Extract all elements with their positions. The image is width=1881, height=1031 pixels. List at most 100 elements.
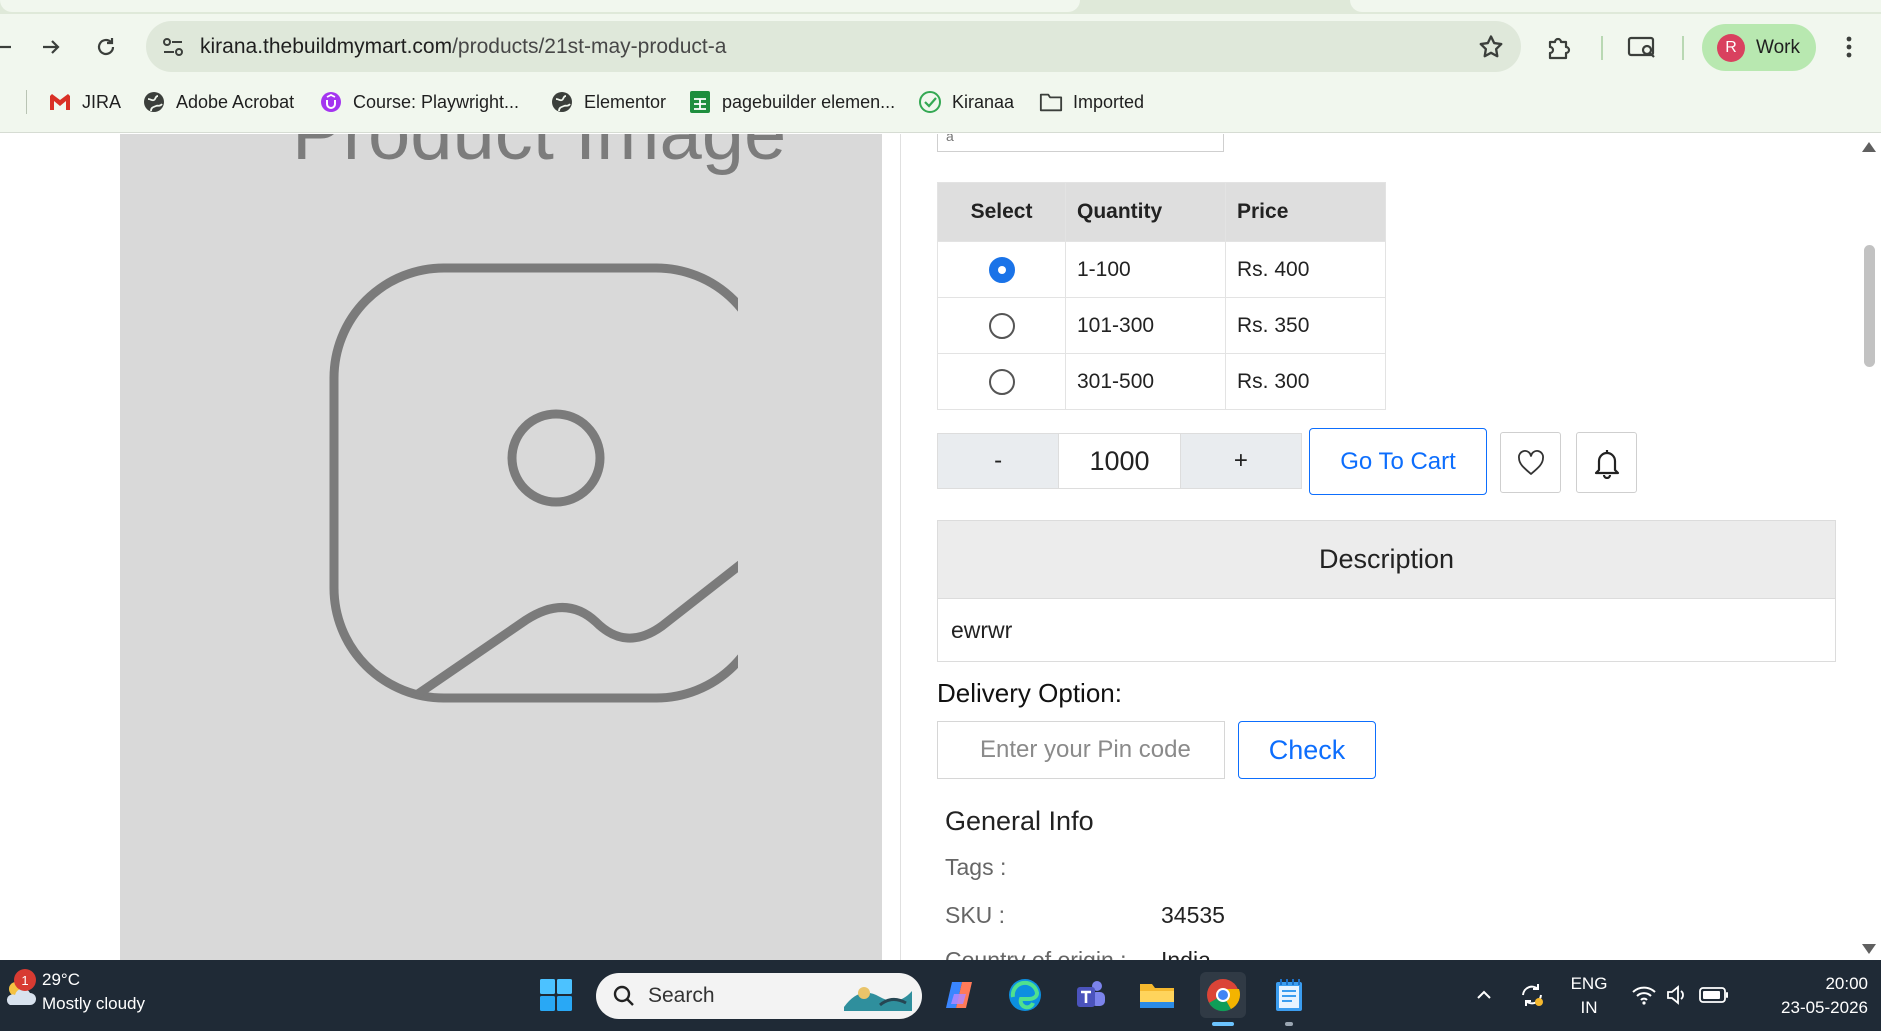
bookmark-course-playwright[interactable]: Course: Playwright... [319,84,519,120]
table-row[interactable]: 301-500 Rs. 300 [937,353,1386,410]
edge-app[interactable] [1002,972,1048,1018]
more-options-icon[interactable] [1836,30,1862,64]
bookmark-label: Kiranaa [952,91,1015,112]
bookmark-adobe-acrobat[interactable]: Adobe Acrobat [142,84,294,120]
active-tab[interactable] [0,0,1080,12]
reload-icon [97,38,115,56]
file-explorer-app[interactable] [1134,972,1180,1018]
quantity-value[interactable]: 1000 [1058,434,1181,488]
scroll-down-arrow-icon[interactable] [1862,944,1876,954]
windows-taskbar: 1 29°C Mostly cloudy Search ENG IN 20:00… [0,960,1881,1031]
bookmark-star-icon[interactable] [1477,33,1505,61]
toolbar-separator [1682,36,1684,60]
weather-text: 29°C Mostly cloudy [42,968,145,1016]
weather-widget[interactable]: 1 29°C Mostly cloudy [0,968,145,1016]
browser-chrome: kirana.thebuildmymart.com/products/21st-… [0,0,1881,133]
extensions-icon[interactable] [1542,30,1576,64]
profile-label: Work [1756,36,1800,58]
start-button[interactable] [533,972,579,1018]
clock-date: 23-05-2026 [1781,998,1868,1017]
back-button[interactable] [0,30,20,64]
teams-app[interactable] [1068,972,1114,1018]
notepad-running-indicator [1285,1022,1293,1026]
variant-field-bottom[interactable]: a [937,134,1224,152]
taskbar-search[interactable]: Search [596,973,922,1019]
input-language-indicator[interactable]: ENG IN [1566,972,1612,1020]
cast-search-icon[interactable] [1624,30,1660,64]
decrease-quantity-button[interactable]: - [938,434,1059,488]
forward-button[interactable] [34,30,68,64]
bookmark-label: Adobe Acrobat [176,91,295,112]
bookmark-label: pagebuilder elemen... [722,91,896,112]
bookmark-jira[interactable]: JIRA [48,84,121,120]
reload-button[interactable] [89,30,123,64]
url-path: /products/21st-may-product-a [452,35,727,58]
clock[interactable]: 20:00 23-05-2026 [1752,972,1868,1020]
product-image: Product Image [120,134,882,960]
select-cell[interactable] [937,353,1066,410]
check-circle-icon [918,90,942,114]
bookmark-imported[interactable]: Imported [1039,84,1144,120]
edge-icon [1009,979,1041,1011]
image-placeholder-icon [329,263,738,703]
toolbar-separator [1601,36,1603,60]
bookmark-label: Elementor [584,91,667,112]
chrome-app[interactable] [1200,972,1246,1018]
bookmark-kiranaa[interactable]: Kiranaa [918,84,1014,120]
country-of-origin-label: Country of origin : [945,947,1127,960]
bookmark-label: Course: Playwright... [353,91,520,112]
bookmark-label: Imported [1073,91,1145,112]
url-text[interactable]: kirana.thebuildmymart.com/products/21st-… [200,35,726,59]
bookmark-pagebuilder[interactable]: pagebuilder elemen... [688,84,895,120]
quantity-cell: 101-300 [1065,297,1226,354]
apps-grid-icon [0,92,4,112]
scroll-up-arrow-icon[interactable] [1862,142,1876,152]
go-to-cart-button[interactable]: Go To Cart [1309,428,1487,495]
avatar: R [1717,33,1745,62]
price-cell: Rs. 350 [1225,297,1386,354]
scrollbar-thumb[interactable] [1864,245,1875,367]
radio-tier-101-300[interactable] [988,312,1015,339]
volume-icon [1667,985,1684,1005]
address-bar[interactable]: kirana.thebuildmymart.com/products/21st-… [146,21,1521,72]
globe-icon [142,90,166,114]
temperature: 29°C [42,970,80,989]
check-pin-button[interactable]: Check [1238,721,1376,779]
profile-button[interactable]: R Work [1702,24,1816,71]
table-row[interactable]: 1-100 Rs. 400 [937,241,1386,298]
tab-strip [0,0,1881,14]
search-icon [613,985,634,1006]
notepad-app[interactable] [1266,972,1312,1018]
column-header-select: Select [937,182,1066,242]
product-image-placeholder-text: Product Image [292,134,786,177]
pin-code-input[interactable] [937,721,1225,779]
chevron-up-icon [1477,990,1491,999]
quick-settings-button[interactable] [1628,972,1732,1018]
price-cell: Rs. 400 [1225,241,1386,298]
notify-button[interactable] [1576,432,1637,493]
page-viewport: Product Image a Select Quantity Price 1-… [0,134,1881,960]
quantity-price-table: Select Quantity Price 1-100 Rs. 400 101-… [937,182,1386,410]
increase-quantity-button[interactable]: + [1180,434,1301,488]
background-tab[interactable] [1350,0,1881,12]
sync-tray-button[interactable] [1510,972,1554,1018]
notepad-icon [1276,979,1302,1011]
bookmarks-separator [26,90,27,114]
radio-tier-301-500[interactable] [988,368,1015,395]
select-cell[interactable] [937,241,1066,298]
radio-tier-1-100[interactable] [988,256,1015,283]
wishlist-button[interactable] [1500,432,1561,493]
arrow-left-icon [0,45,11,49]
select-cell[interactable] [937,297,1066,354]
site-info-icon[interactable] [160,34,186,60]
general-info-title: General Info [945,806,1094,836]
clock-time: 20:00 [1825,974,1868,993]
bookmark-elementor[interactable]: Elementor [550,84,666,120]
folder-icon [1140,984,1174,1008]
price-cell: Rs. 300 [1225,353,1386,410]
copilot-app[interactable] [936,972,982,1018]
show-hidden-icons-button[interactable] [1462,972,1506,1018]
description-header[interactable]: Description [938,521,1835,599]
table-row[interactable]: 101-300 Rs. 350 [937,297,1386,354]
apps-shortcut[interactable] [0,84,4,120]
